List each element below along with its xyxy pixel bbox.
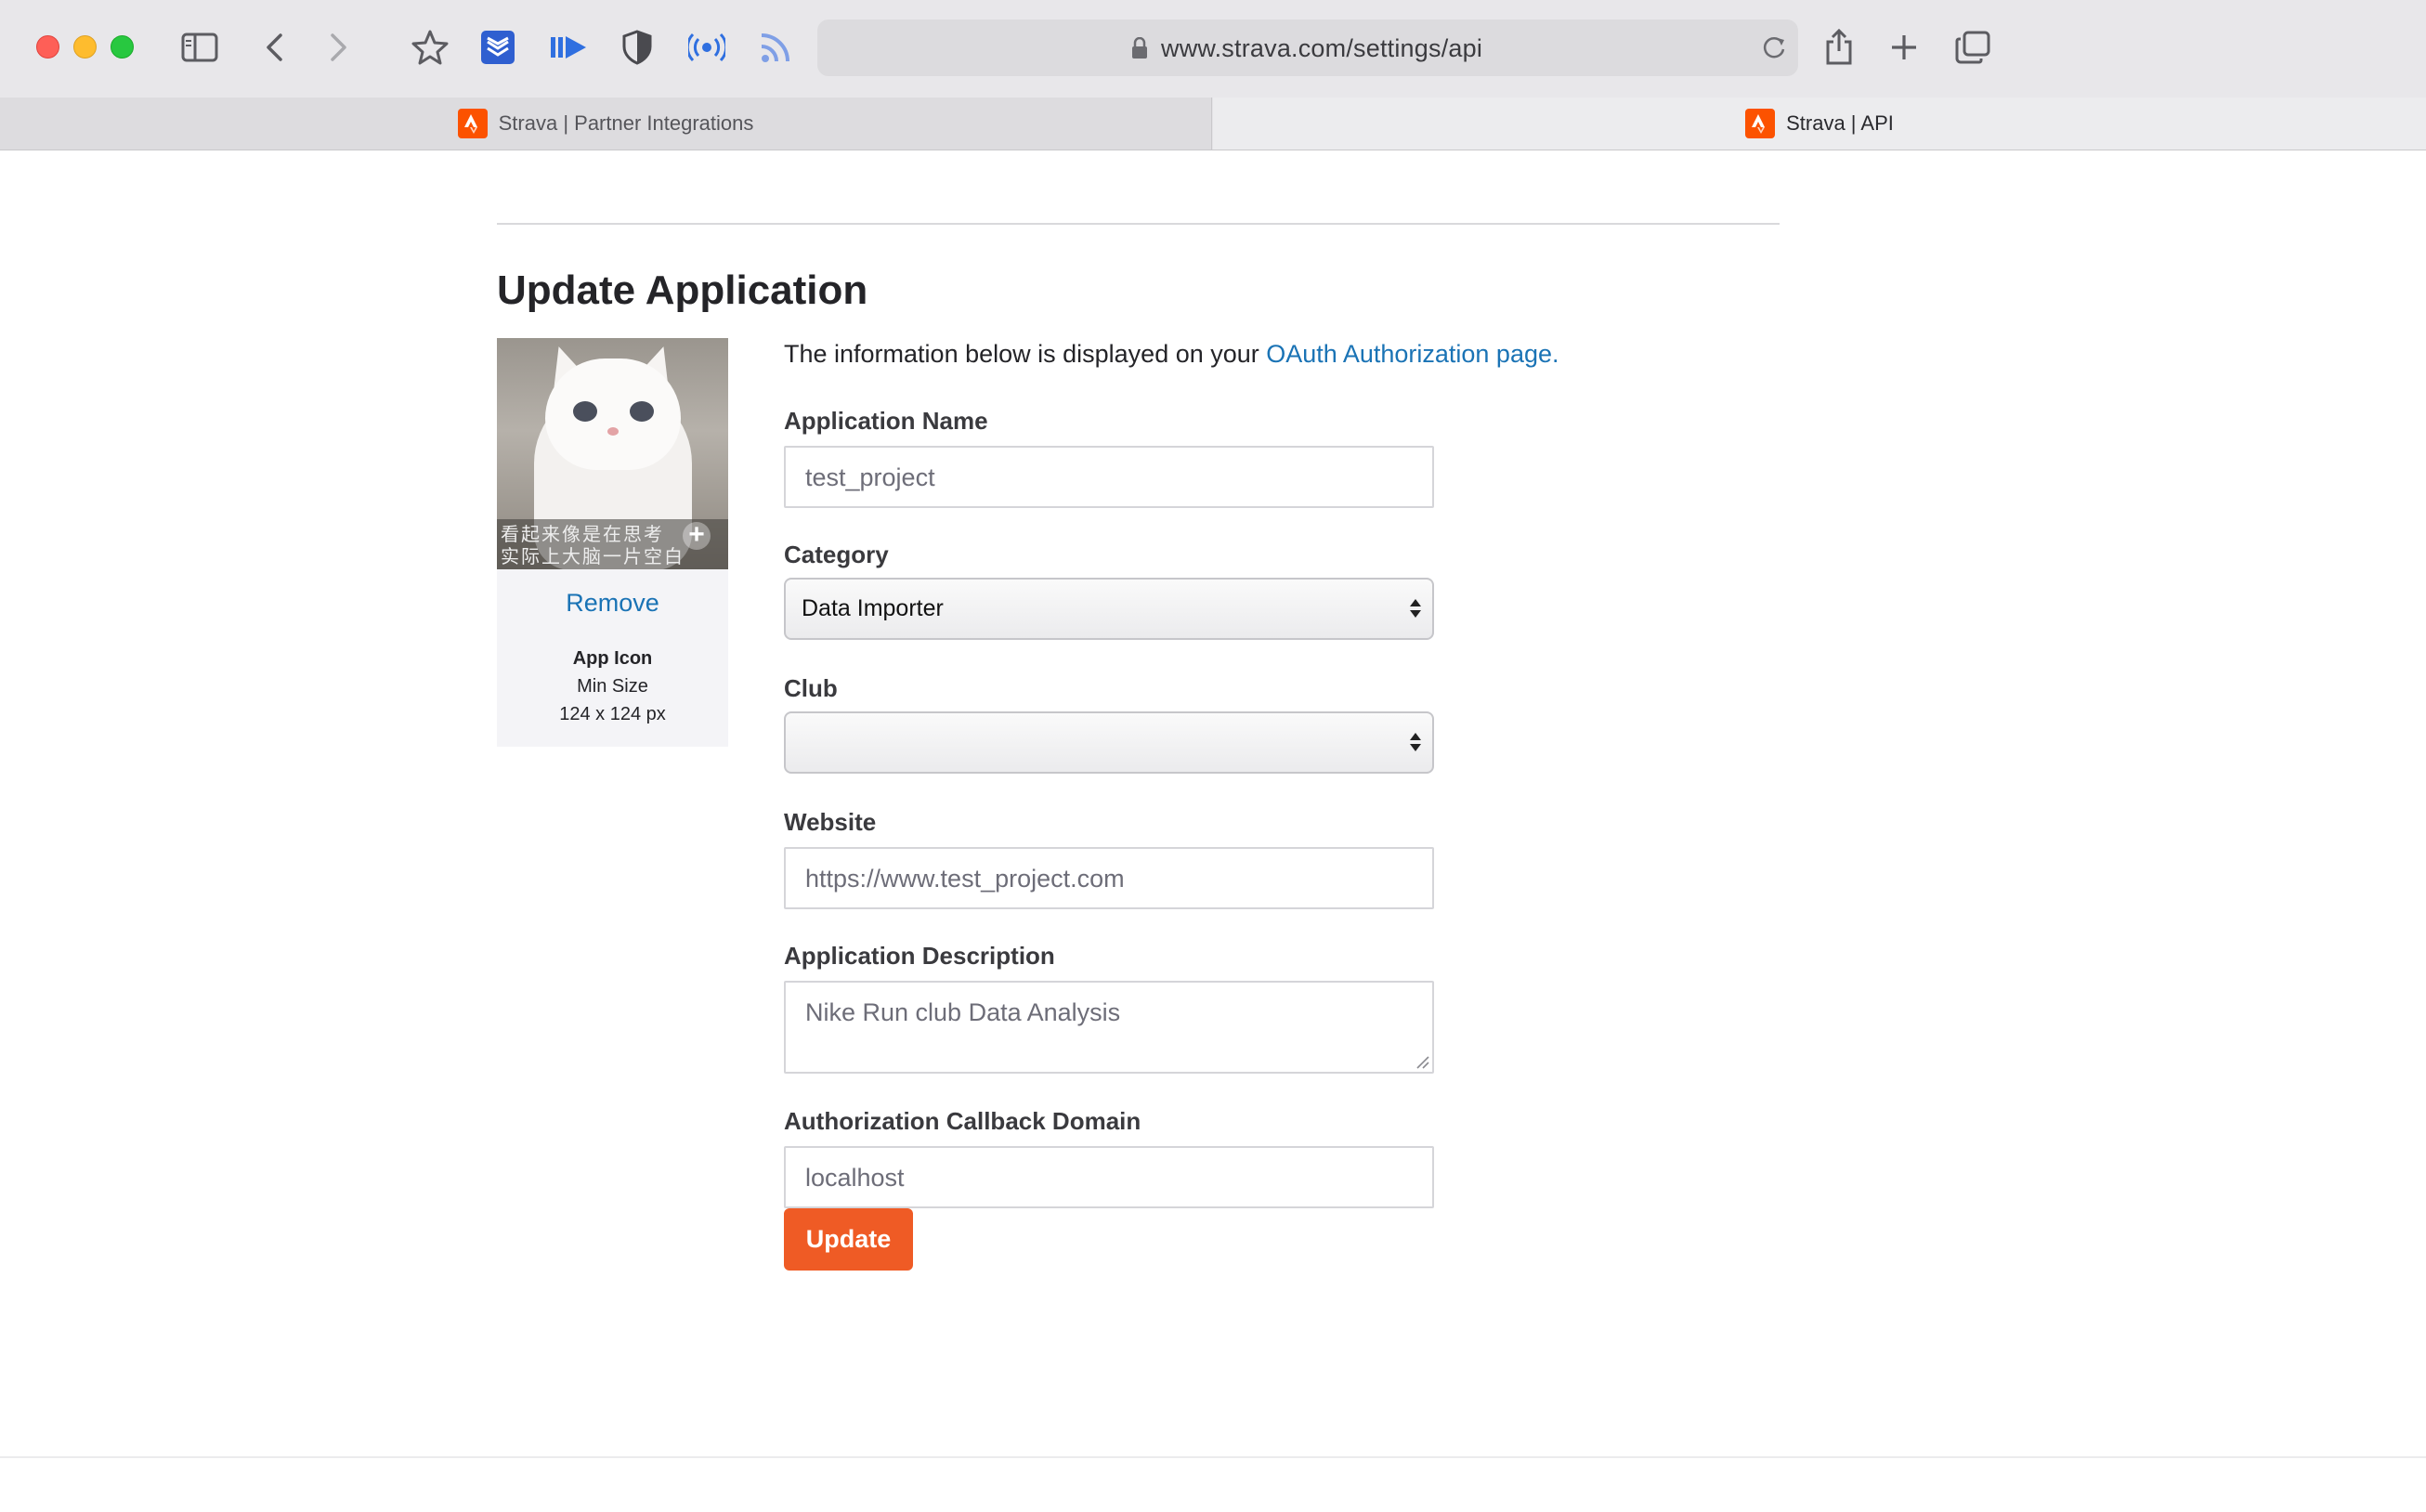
stack-extension-icon[interactable] [475, 24, 521, 71]
callback-domain-input[interactable]: localhost [784, 1146, 1434, 1208]
zoom-window-button[interactable] [111, 35, 134, 59]
app-name-label: Application Name [784, 407, 988, 435]
rss-extension-icon[interactable] [753, 24, 800, 71]
tab-title: Strava | API [1786, 111, 1894, 135]
play-extension-icon[interactable] [545, 24, 592, 71]
reload-icon[interactable] [1759, 33, 1789, 62]
category-label: Category [784, 541, 889, 568]
select-arrows-icon [1410, 733, 1421, 751]
shield-extension-icon[interactable] [614, 24, 660, 71]
upload-plus-icon[interactable]: + [683, 521, 711, 550]
category-select[interactable]: Data Importer [784, 578, 1434, 640]
callback-domain-label: Authorization Callback Domain [784, 1107, 1141, 1135]
club-select[interactable] [784, 711, 1434, 774]
share-icon[interactable] [1816, 24, 1862, 71]
intro-text: The information below is displayed on yo… [784, 340, 1559, 368]
strava-logo-icon [457, 109, 488, 138]
close-window-button[interactable] [36, 35, 59, 59]
resize-grip-icon[interactable] [1415, 1054, 1429, 1069]
back-icon[interactable] [251, 24, 297, 71]
footer-divider [0, 1456, 2426, 1458]
tab-partner-integrations[interactable]: Strava | Partner Integrations [0, 98, 1212, 150]
lock-icon [1132, 37, 1147, 59]
select-arrows-icon [1410, 599, 1421, 618]
club-label: Club [784, 674, 838, 702]
tab-title: Strava | Partner Integrations [498, 111, 754, 135]
app-icon-image[interactable]: 看起来像是在思考 实际上大脑一片空白 + [497, 338, 728, 569]
new-tab-icon[interactable] [1881, 24, 1927, 71]
website-input[interactable]: https://www.test_project.com [784, 847, 1434, 909]
bookmark-star-icon[interactable] [407, 24, 453, 71]
divider [497, 223, 1780, 225]
icon-requirements: App Icon Min Size 124 x 124 px [559, 648, 666, 724]
app-name-input[interactable]: test_project [784, 446, 1434, 508]
url-text: www.strava.com/settings/api [1161, 34, 1483, 62]
oauth-page-link[interactable]: OAuth Authorization page. [1266, 340, 1559, 368]
tab-overview-icon[interactable] [1950, 24, 1996, 71]
description-label: Application Description [784, 942, 1055, 970]
browser-toolbar: www.strava.com/settings/api [0, 0, 2426, 98]
radio-extension-icon[interactable] [684, 24, 730, 71]
remove-icon-link[interactable]: Remove [497, 589, 728, 618]
address-bar[interactable]: www.strava.com/settings/api [817, 20, 1798, 76]
update-button[interactable]: Update [784, 1208, 913, 1271]
sidebar-icon[interactable] [176, 24, 223, 71]
description-textarea[interactable]: Nike Run club Data Analysis [784, 981, 1434, 1074]
forward-icon[interactable] [316, 24, 362, 71]
app-icon-card: 看起来像是在思考 实际上大脑一片空白 + Remove App Icon Min… [497, 338, 728, 747]
strava-logo-icon [1745, 109, 1776, 138]
minimize-window-button[interactable] [73, 35, 97, 59]
page-content: Update Application 看起来像是在思考 实际上大脑一片空白 + … [0, 150, 2426, 1512]
website-label: Website [784, 808, 877, 836]
tab-api[interactable]: Strava | API [1213, 98, 2426, 150]
page-title: Update Application [497, 267, 868, 313]
tab-bar: Strava | Partner Integrations Strava | A… [0, 98, 2426, 150]
